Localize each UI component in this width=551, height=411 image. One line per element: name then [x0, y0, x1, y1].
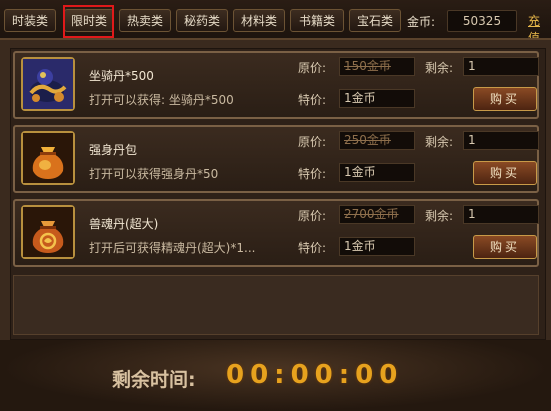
item-name: 强身丹包 [89, 143, 138, 157]
item-name: 兽魂丹(超大) [89, 217, 159, 231]
special-price-label: 特价: [298, 93, 327, 107]
original-price-label: 原价: [298, 61, 327, 75]
item-description: 打开可以获得: 坐骑丹*500 [89, 93, 234, 107]
gold-label: 金币: [407, 15, 436, 29]
original-price: 250金币 [339, 131, 415, 150]
special-price: 1金币 [339, 237, 415, 256]
tab-gems[interactable]: 宝石类 [349, 9, 401, 32]
remaining-time-value: 00:00:00 [226, 360, 404, 390]
original-price-label: 原价: [298, 209, 327, 223]
shop-item: 坐骑丹*500 打开可以获得: 坐骑丹*500 原价: 150金币 剩余: 1 … [13, 51, 539, 119]
remaining-label: 剩余: [425, 209, 454, 223]
empty-item-slot [13, 275, 539, 335]
item-description: 打开可以获得强身丹*50 [89, 167, 219, 181]
shop-item: 兽魂丹(超大) 打开后可获得精魂丹(超大)*1... 原价: 2700金币 剩余… [13, 199, 539, 267]
remaining-count: 1 [463, 57, 539, 76]
gold-amount: 50325 [447, 10, 517, 32]
buy-button[interactable]: 购买 [473, 235, 537, 259]
active-tab-highlight [63, 5, 114, 38]
tab-books[interactable]: 书籍类 [290, 9, 344, 32]
pouch-icon [21, 205, 75, 259]
buy-button[interactable]: 购买 [473, 161, 537, 185]
tab-hot[interactable]: 热卖类 [119, 9, 171, 32]
shop-panel: 坐骑丹*500 打开可以获得: 坐骑丹*500 原价: 150金币 剩余: 1 … [0, 38, 551, 340]
special-price: 1金币 [339, 163, 415, 182]
buy-button[interactable]: 购买 [473, 87, 537, 111]
remaining-count: 1 [463, 205, 539, 224]
pouch-icon [21, 131, 75, 185]
item-description: 打开后可获得精魂丹(超大)*1... [89, 241, 256, 255]
remaining-time-label: 剩余时间: [112, 369, 196, 391]
shop-item: 强身丹包 打开可以获得强身丹*50 原价: 250金币 剩余: 1 特价: 1金… [13, 125, 539, 193]
remaining-label: 剩余: [425, 135, 454, 149]
tab-materials[interactable]: 材料类 [233, 9, 285, 32]
tab-fashion[interactable]: 时装类 [4, 9, 56, 32]
item-list: 坐骑丹*500 打开可以获得: 坐骑丹*500 原价: 150金币 剩余: 1 … [10, 48, 546, 340]
remaining-label: 剩余: [425, 61, 454, 75]
remaining-count: 1 [463, 131, 539, 150]
item-name: 坐骑丹*500 [89, 69, 154, 83]
mount-pill-icon [21, 57, 75, 111]
special-price-label: 特价: [298, 241, 327, 255]
original-price-label: 原价: [298, 135, 327, 149]
tab-elixir[interactable]: 秘药类 [176, 9, 228, 32]
tab-bar: 时装类 限时类 热卖类 秘药类 材料类 书籍类 宝石类 金币: 50325 充值 [0, 0, 551, 45]
original-price: 150金币 [339, 57, 415, 76]
special-price-label: 特价: [298, 167, 327, 181]
special-price: 1金币 [339, 89, 415, 108]
original-price: 2700金币 [339, 205, 415, 224]
